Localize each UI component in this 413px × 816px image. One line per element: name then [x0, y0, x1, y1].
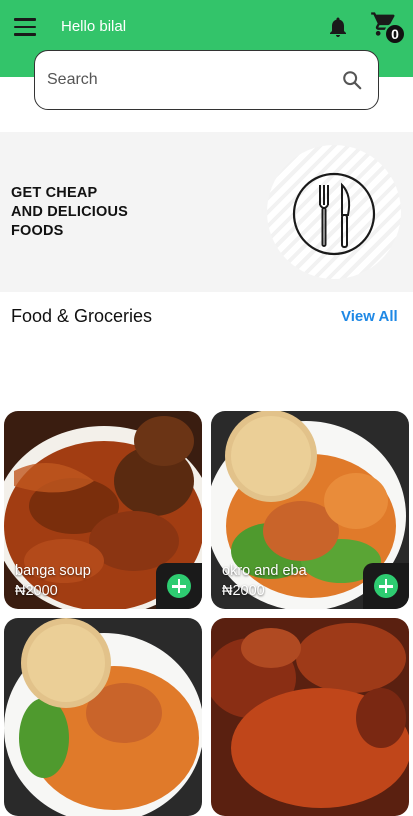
- product-price: ₦2000: [15, 583, 58, 599]
- banner-line-2: AND DELICIOUS: [11, 204, 128, 220]
- product-card[interactable]: banga soup ₦2000: [4, 411, 202, 609]
- product-image: [211, 618, 409, 816]
- plus-circle-icon: [167, 574, 191, 598]
- search-icon[interactable]: [341, 69, 363, 91]
- banner-line-3: FOODS: [11, 223, 64, 239]
- greeting-text: Hello bilal: [61, 18, 127, 35]
- product-price: ₦2000: [222, 583, 265, 599]
- add-to-cart-button[interactable]: [363, 563, 409, 609]
- search-input[interactable]: [47, 68, 327, 92]
- banner-headline: GET CHEAP AND DELICIOUS FOODS: [11, 184, 161, 241]
- plus-circle-icon: [374, 574, 398, 598]
- add-to-cart-button[interactable]: [156, 563, 202, 609]
- product-image: [4, 618, 202, 816]
- cutlery-icon: [292, 172, 376, 256]
- view-all-link[interactable]: View All: [341, 308, 398, 325]
- section-title: Food & Groceries: [11, 306, 153, 326]
- promo-banner: GET CHEAP AND DELICIOUS FOODS: [0, 132, 413, 292]
- hamburger-menu-icon[interactable]: [14, 18, 36, 36]
- product-card[interactable]: [4, 618, 202, 816]
- banner-line-1: GET CHEAP: [11, 185, 98, 201]
- product-name: okro and eba: [222, 563, 307, 579]
- product-card[interactable]: [211, 618, 409, 816]
- search-bar[interactable]: [34, 50, 379, 110]
- product-card[interactable]: okro and eba ₦2000: [211, 411, 409, 609]
- bell-icon[interactable]: [326, 15, 350, 39]
- cart-count-badge: 0: [384, 23, 406, 45]
- product-name: banga soup: [15, 563, 91, 579]
